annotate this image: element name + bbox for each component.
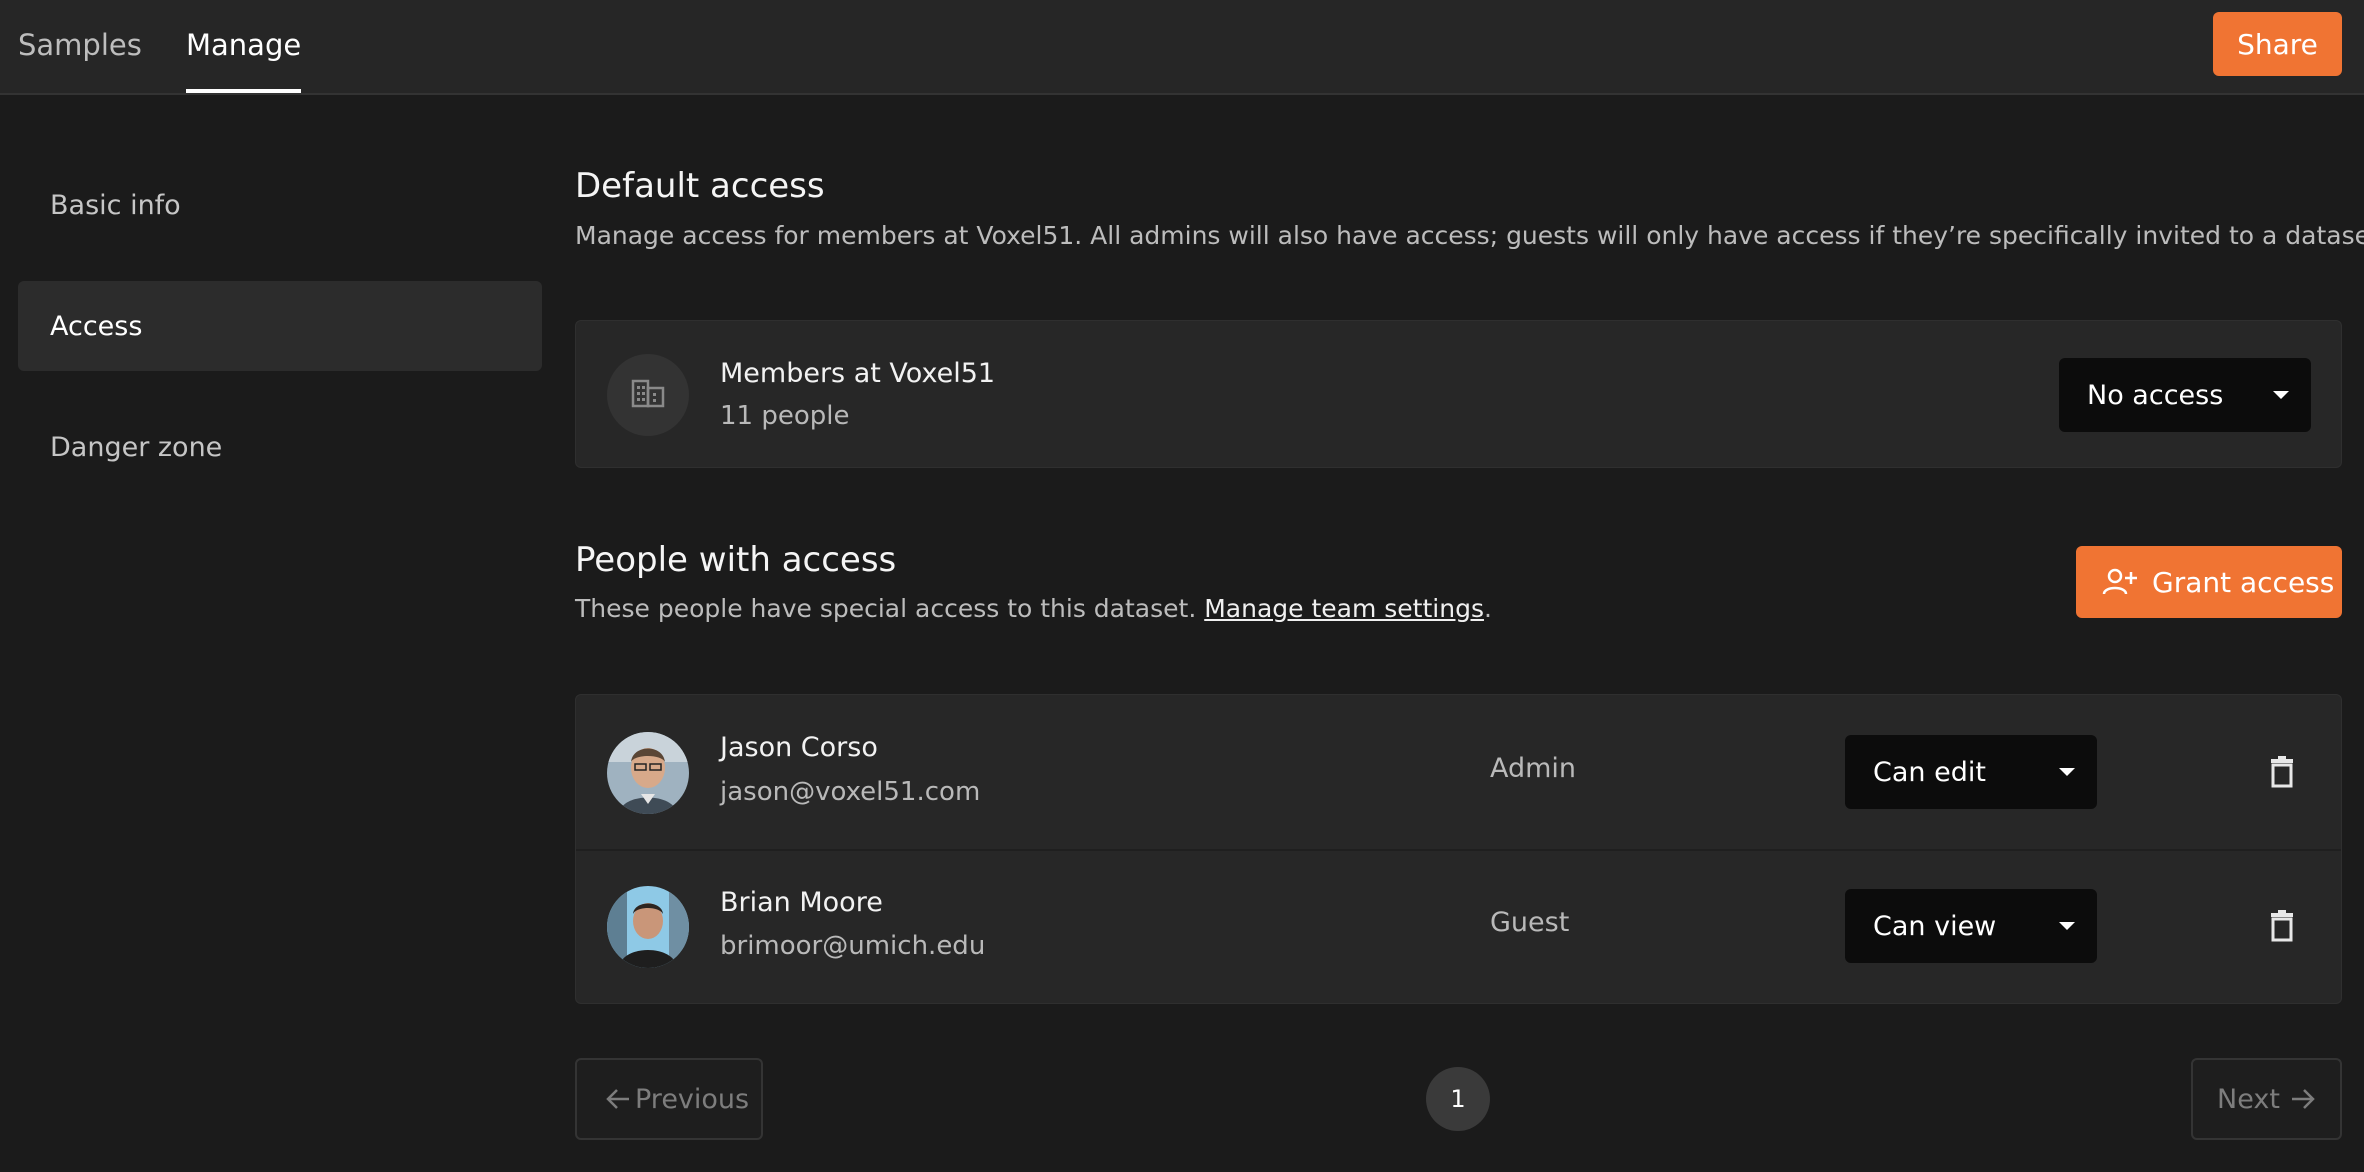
sidebar-item-label: Danger zone bbox=[50, 431, 223, 463]
sidebar-item-basic-info[interactable]: Basic info bbox=[18, 160, 542, 250]
manage-team-settings-link[interactable]: Manage team settings bbox=[1204, 594, 1484, 623]
permission-select[interactable]: Can edit bbox=[1845, 735, 2097, 809]
grant-access-label: Grant access bbox=[2152, 565, 2335, 599]
sidebar-item-label: Basic info bbox=[50, 189, 181, 221]
arrow-right-icon bbox=[2290, 1088, 2316, 1110]
add-user-icon bbox=[2102, 568, 2138, 596]
sidebar-item-danger-zone[interactable]: Danger zone bbox=[18, 402, 542, 492]
person-email: brimoor@umich.edu bbox=[720, 931, 986, 961]
next-label: Next bbox=[2217, 1083, 2280, 1115]
permission-value: Can edit bbox=[1873, 756, 1986, 788]
previous-label: Previous bbox=[635, 1083, 750, 1115]
people-list: Jason Corso jason@voxel51.com Admin Can … bbox=[575, 694, 2342, 1004]
previous-button[interactable]: Previous bbox=[575, 1058, 763, 1140]
default-access-select[interactable]: No access bbox=[2059, 358, 2311, 432]
members-card: Members at Voxel51 11 people No access bbox=[575, 320, 2342, 468]
avatar bbox=[607, 732, 689, 814]
people-access-title: People with access bbox=[575, 540, 897, 580]
default-access-value: No access bbox=[2087, 379, 2224, 411]
sidebar-item-access[interactable]: Access bbox=[18, 281, 542, 371]
caret-down-icon bbox=[2059, 768, 2075, 776]
description-suffix: . bbox=[1483, 594, 1492, 623]
list-item: Jason Corso jason@voxel51.com Admin Can … bbox=[576, 695, 2341, 849]
org-avatar bbox=[607, 354, 689, 436]
members-count: 11 people bbox=[720, 401, 850, 431]
permission-value: Can view bbox=[1873, 910, 1997, 942]
arrow-left-icon bbox=[605, 1088, 631, 1110]
delete-icon[interactable] bbox=[2267, 755, 2297, 789]
caret-down-icon bbox=[2273, 391, 2289, 399]
grant-access-button[interactable]: Grant access bbox=[2076, 546, 2342, 618]
top-bar: Samples Manage Share bbox=[0, 0, 2364, 95]
list-item: Brian Moore brimoor@umich.edu Guest Can … bbox=[576, 851, 2341, 1005]
person-name: Jason Corso bbox=[720, 732, 878, 763]
description-text: These people have special access to this… bbox=[575, 594, 1197, 623]
members-name: Members at Voxel51 bbox=[720, 358, 996, 389]
sidebar-item-label: Access bbox=[50, 310, 143, 342]
person-email: jason@voxel51.com bbox=[720, 777, 981, 807]
share-button[interactable]: Share bbox=[2213, 12, 2342, 76]
default-access-description: Manage access for members at Voxel51. Al… bbox=[575, 221, 2364, 250]
person-role: Admin bbox=[1490, 753, 1577, 784]
tab-samples[interactable]: Samples bbox=[18, 0, 142, 93]
permission-select[interactable]: Can view bbox=[1845, 889, 2097, 963]
tab-manage[interactable]: Manage bbox=[186, 0, 302, 93]
page-number[interactable]: 1 bbox=[1426, 1067, 1490, 1131]
building-icon bbox=[631, 378, 665, 412]
people-access-description: These people have special access to this… bbox=[575, 594, 1492, 623]
person-role: Guest bbox=[1490, 907, 1570, 938]
delete-icon[interactable] bbox=[2267, 909, 2297, 943]
caret-down-icon bbox=[2059, 922, 2075, 930]
person-name: Brian Moore bbox=[720, 887, 883, 918]
default-access-title: Default access bbox=[575, 166, 825, 206]
next-button[interactable]: Next bbox=[2191, 1058, 2342, 1140]
avatar bbox=[607, 886, 689, 968]
